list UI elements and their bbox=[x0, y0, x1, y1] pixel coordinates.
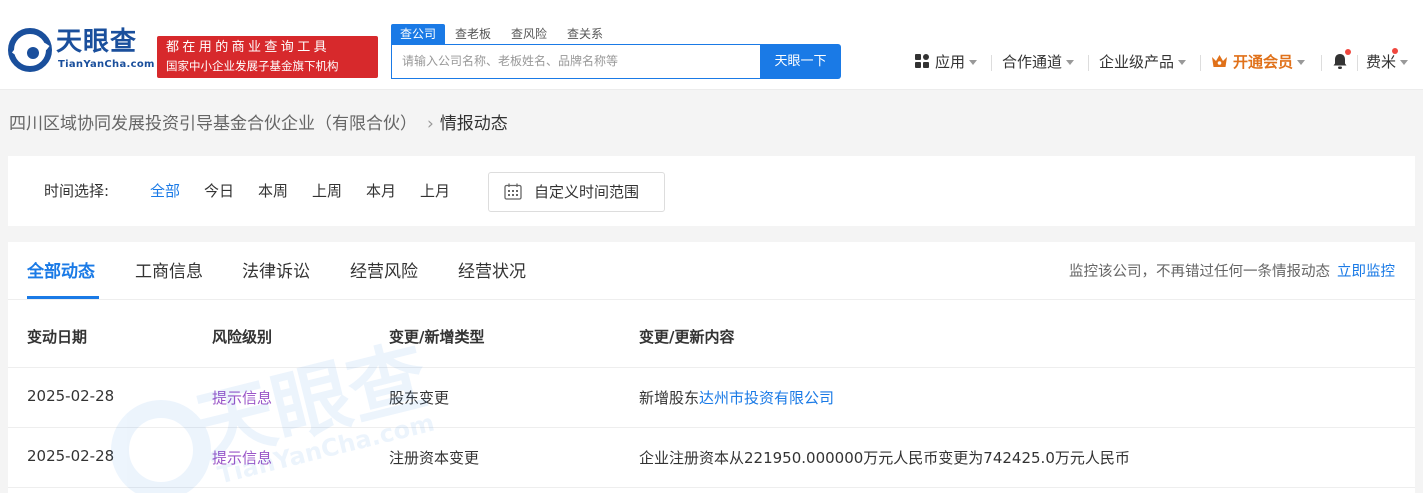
time-option-today[interactable]: 今日 bbox=[204, 180, 234, 201]
custom-range-label: 自定义时间范围 bbox=[534, 183, 640, 201]
custom-range-button[interactable]: 自定义时间范围 bbox=[488, 172, 665, 212]
category-tabs: 全部动态 工商信息 法律诉讼 经营风险 经营状况 监控该公司，不再错过任何一条情… bbox=[8, 242, 1415, 300]
news-card: 全部动态 工商信息 法律诉讼 经营风险 经营状况 监控该公司，不再错过任何一条情… bbox=[8, 242, 1415, 493]
slogan-banner: 都在用的商业查询工具 国家中小企业发展子基金旗下机构 bbox=[157, 36, 378, 78]
table-header: 变动日期 风险级别 变更/新增类型 变更/更新内容 bbox=[8, 300, 1415, 368]
search-type-tabs: 查公司 查老板 查风险 查关系 bbox=[391, 24, 613, 44]
monitor-prompt: 监控该公司，不再错过任何一条情报动态 立即监控 bbox=[1069, 261, 1395, 283]
chevron-down-icon bbox=[1178, 60, 1187, 65]
user-notification-dot bbox=[1392, 48, 1398, 54]
nav-divider bbox=[1088, 55, 1089, 71]
nav-user[interactable]: 费米 bbox=[1366, 52, 1409, 72]
search-input[interactable]: 请输入公司名称、老板姓名、品牌名称等 bbox=[391, 44, 761, 79]
row-content: 企业注册资本从221950.000000万元人民币变更为742425.0万元人民… bbox=[639, 449, 1130, 467]
notification-dot bbox=[1345, 49, 1351, 55]
column-header-content: 变更/更新内容 bbox=[639, 328, 735, 346]
nav-apps[interactable]: 应用 bbox=[914, 52, 978, 72]
breadcrumb-company[interactable]: 四川区域协同发展投资引导基金合伙企业（有限合伙） bbox=[9, 114, 417, 134]
tab-operating-status[interactable]: 经营状况 bbox=[458, 261, 526, 283]
nav-partner[interactable]: 合作通道 bbox=[1002, 52, 1075, 72]
table-row: 2025-02-28 提示信息 股东变更 新增股东达州市投资有限公司 bbox=[8, 368, 1415, 428]
search-tab-relation[interactable]: 查关系 bbox=[557, 24, 613, 44]
column-header-type: 变更/新增类型 bbox=[389, 328, 485, 346]
slogan-line-1: 都在用的商业查询工具 bbox=[166, 40, 331, 55]
nav-divider bbox=[991, 55, 992, 71]
crown-icon bbox=[1212, 55, 1227, 67]
time-filter-label: 时间选择: bbox=[44, 182, 110, 200]
time-option-this-month[interactable]: 本月 bbox=[366, 180, 396, 201]
time-option-last-month[interactable]: 上月 bbox=[420, 180, 450, 201]
apps-grid-icon bbox=[915, 54, 929, 68]
active-tab-indicator bbox=[27, 296, 99, 299]
time-option-this-week[interactable]: 本周 bbox=[258, 180, 288, 201]
tab-business-info[interactable]: 工商信息 bbox=[135, 261, 203, 283]
eye-logo-icon bbox=[8, 28, 52, 72]
breadcrumb: 四川区域协同发展投资引导基金合伙企业（有限合伙） › 情报动态 bbox=[9, 112, 508, 136]
shareholder-link[interactable]: 达州市投资有限公司 bbox=[699, 389, 834, 407]
notification-bell[interactable] bbox=[1331, 52, 1349, 72]
table-row: 2025-02-28 提示信息 注册资本变更 企业注册资本从221950.000… bbox=[8, 428, 1415, 488]
chevron-down-icon bbox=[969, 60, 978, 65]
nav-apps-label: 应用 bbox=[935, 53, 966, 71]
row-change-type: 注册资本变更 bbox=[389, 449, 480, 467]
calendar-icon bbox=[504, 183, 522, 200]
column-header-date: 变动日期 bbox=[27, 328, 88, 346]
search-tab-boss[interactable]: 查老板 bbox=[445, 24, 501, 44]
monitor-now-link[interactable]: 立即监控 bbox=[1337, 264, 1395, 280]
breadcrumb-current: 情报动态 bbox=[439, 114, 508, 134]
nav-enterprise-label: 企业级产品 bbox=[1099, 53, 1175, 71]
logo[interactable]: 天眼查 TianYanCha.com bbox=[8, 26, 154, 78]
chevron-down-icon bbox=[1297, 60, 1306, 65]
top-strip bbox=[0, 0, 1423, 10]
slogan-line-2: 国家中小企业发展子基金旗下机构 bbox=[166, 59, 339, 73]
column-header-risk: 风险级别 bbox=[212, 328, 273, 346]
user-name: 费米 bbox=[1366, 53, 1397, 71]
nav-divider bbox=[1321, 55, 1322, 71]
row-content: 新增股东达州市投资有限公司 bbox=[639, 387, 834, 408]
nav-partner-label: 合作通道 bbox=[1002, 53, 1063, 71]
row-content-text: 新增股东 bbox=[639, 389, 700, 407]
site-header: 天眼查 TianYanCha.com 都在用的商业查询工具 国家中小企业发展子基… bbox=[0, 10, 1423, 90]
tab-all-news[interactable]: 全部动态 bbox=[27, 261, 95, 283]
row-risk-level: 提示信息 bbox=[212, 389, 273, 407]
row-change-type: 股东变更 bbox=[389, 389, 450, 407]
tab-operating-risk[interactable]: 经营风险 bbox=[350, 261, 418, 283]
search-button[interactable]: 天眼一下 bbox=[760, 44, 841, 79]
time-option-all[interactable]: 全部 bbox=[150, 180, 180, 201]
logo-text: 天眼查 bbox=[56, 27, 138, 57]
logo-domain: TianYanCha.com bbox=[58, 59, 155, 70]
nav-divider bbox=[1200, 55, 1201, 71]
tab-legal[interactable]: 法律诉讼 bbox=[242, 261, 310, 283]
chevron-down-icon bbox=[1066, 60, 1075, 65]
nav-enterprise[interactable]: 企业级产品 bbox=[1099, 52, 1187, 72]
search-tab-company[interactable]: 查公司 bbox=[391, 24, 446, 44]
monitor-text: 监控该公司，不再错过任何一条情报动态 bbox=[1069, 264, 1330, 280]
time-option-last-week[interactable]: 上周 bbox=[312, 180, 342, 201]
chevron-right-icon: › bbox=[427, 114, 434, 134]
nav-vip[interactable]: 开通会员 bbox=[1211, 52, 1306, 72]
row-risk-level: 提示信息 bbox=[212, 449, 273, 467]
nav-divider bbox=[1357, 55, 1358, 71]
row-date: 2025-02-28 bbox=[27, 447, 115, 465]
chevron-down-icon bbox=[1400, 60, 1409, 65]
time-filter-panel: 时间选择: 全部 今日 本周 上周 本月 上月 自定义时间范围 bbox=[8, 156, 1415, 226]
nav-vip-label: 开通会员 bbox=[1233, 53, 1294, 71]
search-tab-risk[interactable]: 查风险 bbox=[501, 24, 557, 44]
row-date: 2025-02-28 bbox=[27, 387, 115, 405]
